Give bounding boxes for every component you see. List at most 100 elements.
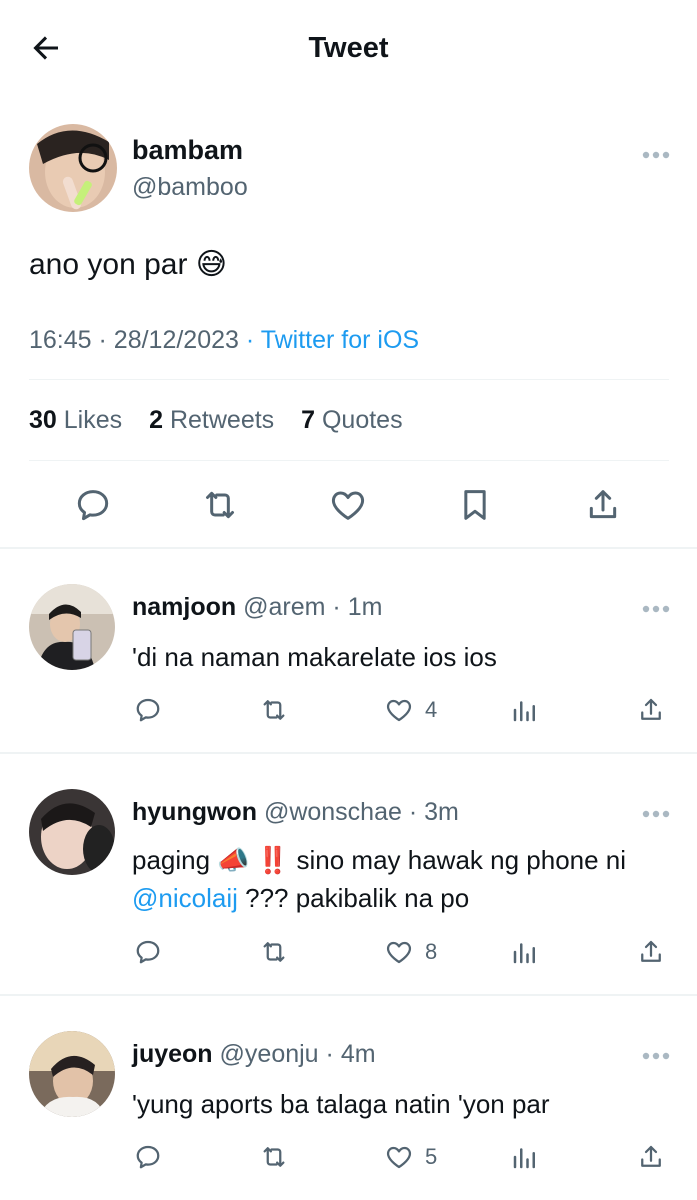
reply-display-name[interactable]: hyungwon bbox=[132, 798, 257, 826]
quotes-label: Quotes bbox=[321, 406, 403, 434]
comment-icon bbox=[136, 940, 160, 964]
avatar[interactable] bbox=[29, 789, 115, 875]
reply-text: paging 📣 ‼️ sino may hawak ng phone ni @… bbox=[132, 841, 672, 917]
meta-separator: · bbox=[325, 1040, 334, 1068]
more-button[interactable] bbox=[641, 806, 671, 818]
share-button[interactable] bbox=[636, 695, 666, 725]
comment-icon bbox=[136, 698, 160, 722]
reply-button[interactable] bbox=[133, 695, 163, 725]
reply-handle[interactable]: @wonschae bbox=[264, 798, 402, 826]
share-icon bbox=[641, 698, 661, 720]
retweet-button[interactable] bbox=[200, 485, 240, 525]
reply-time[interactable]: 3m bbox=[424, 798, 459, 826]
reply-display-name[interactable]: namjoon bbox=[132, 593, 236, 621]
section-separator bbox=[0, 994, 697, 996]
retweets-label: Retweets bbox=[169, 406, 275, 434]
avatar[interactable] bbox=[29, 584, 115, 670]
reply-time[interactable]: 4m bbox=[341, 1040, 376, 1068]
meta-separator-2: · bbox=[245, 326, 261, 354]
reply-header: hyungwon @wonschae · 3m bbox=[132, 797, 459, 827]
retweet-icon bbox=[263, 942, 285, 962]
retweet-icon bbox=[263, 700, 285, 720]
like-count: 4 bbox=[425, 697, 438, 722]
reply-button[interactable] bbox=[73, 485, 113, 525]
meta-separator: · bbox=[98, 326, 114, 354]
reply-text-part: paging 📣 ‼️ sino may hawak ng phone ni bbox=[132, 845, 627, 875]
more-dots-icon bbox=[642, 810, 670, 818]
like-count: 5 bbox=[425, 1144, 438, 1169]
heart-icon bbox=[386, 941, 412, 964]
like-button[interactable] bbox=[384, 1142, 414, 1172]
reply-text: 'di na naman makarelate ios ios bbox=[132, 642, 497, 672]
reply-button[interactable] bbox=[133, 937, 163, 967]
reply-time[interactable]: 1m bbox=[348, 593, 383, 621]
reply-handle[interactable]: @yeonju bbox=[220, 1040, 319, 1068]
views-button[interactable] bbox=[510, 937, 540, 967]
share-button[interactable] bbox=[636, 1142, 666, 1172]
like-button[interactable] bbox=[384, 937, 414, 967]
reply-display-name[interactable]: juyeon bbox=[132, 1040, 213, 1068]
like-count: 8 bbox=[425, 939, 438, 964]
retweet-icon bbox=[206, 491, 234, 519]
more-dots-icon bbox=[642, 1052, 670, 1060]
tweet-stats: 30 Likes 2 Retweets 7 Quotes bbox=[29, 402, 423, 438]
user-handle[interactable]: @bamboo bbox=[132, 172, 248, 202]
more-button[interactable] bbox=[641, 147, 671, 159]
heart-icon bbox=[386, 1146, 412, 1169]
reply-header: juyeon @yeonju · 4m bbox=[132, 1039, 376, 1069]
quotes-stat[interactable]: 7 Quotes bbox=[301, 406, 402, 434]
reply-text: 'yung aports ba talaga natin 'yon par bbox=[132, 1089, 550, 1119]
section-separator bbox=[0, 547, 697, 549]
tweet-source[interactable]: Twitter for iOS bbox=[261, 326, 419, 354]
section-separator bbox=[0, 752, 697, 754]
bookmark-button[interactable] bbox=[455, 485, 495, 525]
display-name[interactable]: bambam bbox=[132, 134, 243, 166]
tweet-text: ano yon par 😅 bbox=[29, 248, 228, 281]
share-button[interactable] bbox=[636, 937, 666, 967]
heart-icon bbox=[331, 491, 365, 520]
bookmark-icon bbox=[464, 490, 486, 520]
more-button[interactable] bbox=[641, 601, 671, 613]
comment-icon bbox=[77, 490, 109, 521]
views-button[interactable] bbox=[510, 695, 540, 725]
quotes-count: 7 bbox=[301, 406, 316, 434]
tweet-meta: 16:45 · 28/12/2023 · Twitter for iOS bbox=[29, 322, 419, 358]
reply-header: namjoon @arem · 1m bbox=[132, 592, 382, 622]
tweet-time: 16:45 bbox=[29, 326, 92, 354]
reply-text-part: ??? pakibalik na po bbox=[237, 883, 470, 913]
reply-button[interactable] bbox=[133, 1142, 163, 1172]
avatar-photo bbox=[29, 124, 117, 212]
reply-handle[interactable]: @arem bbox=[243, 593, 325, 621]
meta-separator: · bbox=[408, 798, 418, 826]
meta-separator: · bbox=[332, 593, 341, 621]
views-button[interactable] bbox=[510, 1142, 540, 1172]
mention-link[interactable]: @nicolaij bbox=[132, 883, 238, 913]
more-dots-icon bbox=[642, 605, 670, 613]
divider bbox=[29, 379, 669, 380]
divider bbox=[29, 460, 669, 461]
page-title: Tweet bbox=[308, 32, 389, 64]
likes-count: 30 bbox=[29, 406, 57, 434]
avatar-photo bbox=[29, 584, 115, 670]
avatar[interactable] bbox=[29, 1031, 115, 1117]
more-dots-icon bbox=[642, 151, 670, 159]
retweets-stat[interactable]: 2 Retweets bbox=[149, 406, 274, 434]
like-button[interactable] bbox=[384, 695, 414, 725]
bar-chart-icon bbox=[513, 1148, 535, 1169]
share-icon bbox=[641, 940, 661, 962]
likes-label: Likes bbox=[63, 406, 123, 434]
avatar[interactable] bbox=[29, 124, 117, 212]
avatar-photo bbox=[29, 789, 115, 875]
like-button[interactable] bbox=[328, 485, 368, 525]
retweet-button[interactable] bbox=[259, 695, 289, 725]
share-button[interactable] bbox=[583, 485, 623, 525]
bar-chart-icon bbox=[513, 701, 535, 722]
likes-stat[interactable]: 30 Likes bbox=[29, 406, 122, 434]
more-button[interactable] bbox=[641, 1048, 671, 1060]
retweet-button[interactable] bbox=[259, 937, 289, 967]
share-icon bbox=[589, 490, 617, 519]
retweets-count: 2 bbox=[149, 406, 163, 434]
share-icon bbox=[641, 1145, 661, 1167]
avatar-photo bbox=[29, 1031, 115, 1117]
retweet-button[interactable] bbox=[259, 1142, 289, 1172]
